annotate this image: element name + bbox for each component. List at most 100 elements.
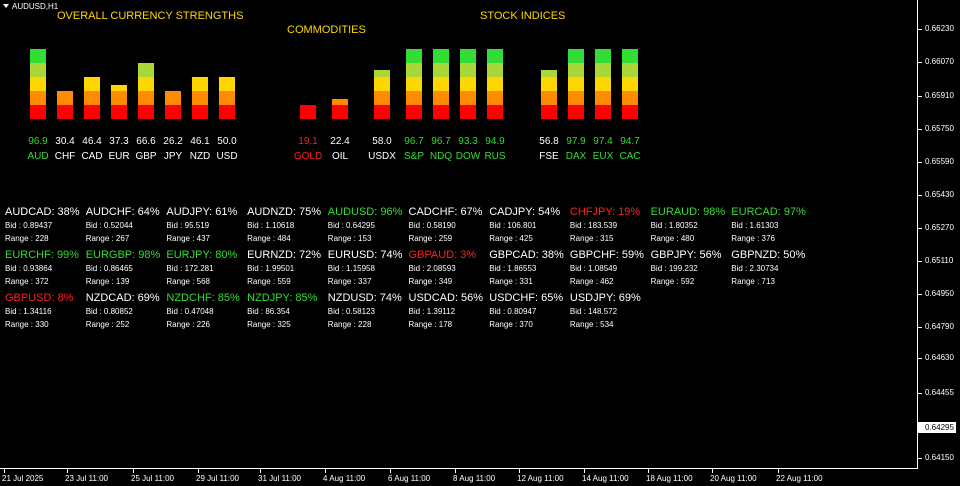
pair-bid: Bid : 2.08593 (408, 264, 456, 273)
strength-value: 97.9 (566, 136, 586, 147)
strength-label: USDX (368, 151, 396, 162)
bar-segment (406, 105, 422, 119)
pair-card-eurjpy: EURJPY: 80% Bid : 172.281 Range : 568 (166, 249, 246, 290)
bar-segment (460, 63, 476, 77)
pair-card-audusd: AUDUSD: 96% Bid : 0.64295 Range : 153 (328, 206, 408, 247)
pair-card-eurchf: EURCHF: 99% Bid : 0.93864 Range : 372 (5, 249, 85, 290)
pair-strength: EURNZD: 72% (247, 249, 322, 261)
bar-segment (622, 105, 638, 119)
pair-bid: Bid : 1.08549 (569, 264, 618, 273)
pair-bid: Bid : 0.89437 (5, 221, 53, 230)
bar-segment (57, 91, 73, 105)
pair-bid: Bid : 1.99501 (247, 264, 295, 273)
strength-value: 50.0 (217, 136, 237, 147)
price-axis[interactable]: 0.66230 0.66070 0.65910 0.65750 0.65590 0.654… (918, 0, 960, 469)
pair-strength: EURCAD: 97% (731, 206, 806, 218)
pair-strength: AUDCHF: 64% (85, 206, 160, 218)
currency-strengths-title: OVERALL CURRENCY STRENGTHS (57, 10, 244, 22)
strength-bar-gbp (138, 63, 154, 119)
chart-area[interactable]: AUDUSD,H1 OVERALL CURRENCY STRENGTHS COM… (0, 0, 918, 469)
pair-bid: Bid : 2.30734 (731, 264, 779, 273)
chart-symbol-title[interactable]: AUDUSD,H1 (3, 2, 58, 11)
bar-segment (300, 105, 316, 119)
strength-bar-ndq (433, 49, 449, 119)
pair-range: Range : 370 (489, 320, 533, 329)
pair-strength: USDCAD: 56% (408, 292, 484, 304)
pair-bid: Bid : 106.801 (489, 221, 537, 230)
bar-segment (406, 77, 422, 91)
strength-bar-oil (332, 99, 348, 119)
price-tick (918, 458, 922, 459)
bar-segment (433, 105, 449, 119)
bar-segment (30, 105, 46, 119)
pair-bid: Bid : 1.86553 (489, 264, 537, 273)
bar-segment (406, 49, 422, 63)
bar-segment (57, 105, 73, 119)
strength-value: 30.4 (55, 136, 75, 147)
strength-bar-nzd (192, 77, 208, 119)
pair-strength: USDCHF: 65% (489, 292, 564, 304)
price-tick (918, 29, 922, 30)
bar-segment (219, 77, 235, 91)
pair-strength: CADCHF: 67% (408, 206, 483, 218)
pair-card-eurgbp: EURGBP: 98% Bid : 0.86465 Range : 139 (86, 249, 166, 290)
pair-range: Range : 228 (5, 234, 49, 243)
strength-bar-cad (84, 77, 100, 119)
bar-segment (165, 91, 181, 105)
price-tick-label: 0.66230 (925, 24, 954, 33)
pair-range: Range : 337 (327, 277, 372, 286)
pair-bid: Bid : 199.232 (650, 264, 698, 273)
price-tick (918, 261, 922, 262)
pair-card-eurusd: EURUSD: 74% Bid : 1.15958 Range : 337 (328, 249, 408, 290)
pair-bid: Bid : 1.39112 (408, 307, 456, 316)
dropdown-triangle-icon[interactable] (3, 4, 9, 8)
pair-range: Range : 425 (489, 234, 533, 243)
strength-value: 37.3 (109, 136, 129, 147)
pair-strength: EURJPY: 80% (166, 249, 238, 261)
strength-value: 26.2 (163, 136, 183, 147)
strength-bar-eux (595, 49, 611, 119)
price-tick-label: 0.66070 (925, 57, 954, 66)
strength-value: 22.4 (330, 136, 350, 147)
symbol-timeframe-label: AUDUSD,H1 (12, 2, 59, 11)
pair-range: Range : 437 (166, 234, 210, 243)
pair-card-nzdchf: NZDCHF: 85% Bid : 0.47048 Range : 226 (166, 292, 246, 333)
pair-bid: Bid : 95.519 (166, 221, 210, 230)
pair-bid: Bid : 0.80852 (85, 307, 133, 316)
strength-bar-chf (57, 91, 73, 119)
current-price-marker: 0.64295 (918, 422, 956, 433)
bar-segment (30, 91, 46, 105)
time-tick (778, 469, 779, 473)
pair-bid: Bid : 172.281 (166, 264, 214, 273)
time-tick (455, 469, 456, 473)
pair-range: Range : 480 (650, 234, 695, 243)
bar-segment (487, 77, 503, 91)
bar-segment (30, 77, 46, 91)
price-tick (918, 129, 922, 130)
pair-range: Range : 139 (85, 277, 130, 286)
strength-bar-dow (460, 49, 476, 119)
bar-segment (433, 49, 449, 63)
bar-segment (568, 77, 584, 91)
price-tick-label: 0.65270 (925, 223, 954, 232)
time-tick (198, 469, 199, 473)
pair-bid: Bid : 0.93864 (5, 264, 53, 273)
time-tick (712, 469, 713, 473)
time-tick-label: 18 Aug 11:00 (646, 474, 693, 483)
strength-bar-cac (622, 49, 638, 119)
time-tick-label: 12 Aug 11:00 (517, 474, 564, 483)
price-tick-label: 0.64455 (925, 388, 954, 397)
time-axis[interactable]: 21 Jul 2025 23 Jul 11:00 25 Jul 11:00 29 Ju… (0, 469, 918, 486)
price-tick (918, 327, 922, 328)
pair-card-usdcad: USDCAD: 56% Bid : 1.39112 Range : 178 (409, 292, 489, 333)
time-tick (390, 469, 391, 473)
pair-card-usdjpy: USDJPY: 69% Bid : 148.572 Range : 534 (570, 292, 650, 333)
bar-segment (374, 91, 390, 105)
price-tick (918, 62, 922, 63)
bar-segment (165, 105, 181, 119)
bar-segment (568, 49, 584, 63)
pair-range: Range : 259 (408, 234, 453, 243)
bar-segment (541, 105, 557, 119)
bar-segment (30, 63, 46, 77)
bar-segment (138, 91, 154, 105)
